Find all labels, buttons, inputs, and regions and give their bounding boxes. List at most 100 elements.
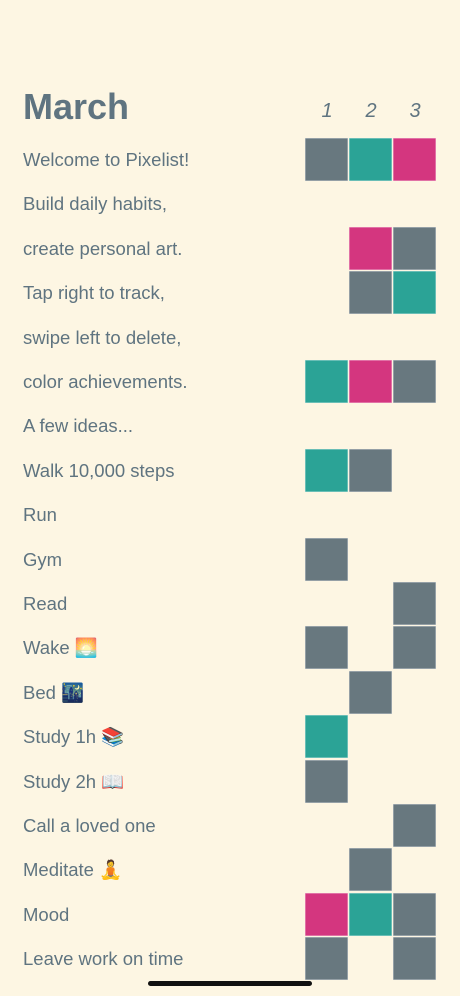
- day-cell-3[interactable]: [393, 316, 436, 359]
- day-cell-1[interactable]: [305, 937, 348, 981]
- habit-row[interactable]: Bed 🌃: [0, 670, 460, 715]
- day-cell-1[interactable]: [305, 271, 348, 314]
- day-cell-2[interactable]: [349, 182, 392, 225]
- habit-row[interactable]: Read: [0, 582, 460, 626]
- habit-row[interactable]: Run: [0, 493, 460, 537]
- day-cell-3[interactable]: [393, 493, 436, 536]
- day-cell-2[interactable]: [349, 316, 392, 359]
- day-cell-2[interactable]: [349, 937, 392, 980]
- day-cell-1[interactable]: [305, 582, 348, 625]
- habit-row[interactable]: Meditate 🧘: [0, 848, 460, 892]
- day-cell-2[interactable]: [349, 448, 392, 492]
- day-cell-2[interactable]: [349, 404, 392, 447]
- habit-label: Call a loved one: [23, 815, 156, 836]
- habit-label: Welcome to Pixelist!: [23, 149, 190, 170]
- day-cell-2[interactable]: [349, 360, 392, 403]
- day-cell-3[interactable]: [393, 626, 436, 670]
- habit-row[interactable]: create personal art.: [0, 226, 460, 271]
- day-cell-1[interactable]: [305, 182, 348, 225]
- habit-label: Walk 10,000 steps: [23, 459, 175, 481]
- habit-row[interactable]: Mood: [0, 892, 460, 937]
- day-cell-1[interactable]: [305, 404, 348, 447]
- habit-row[interactable]: Study 2h 📖: [0, 759, 460, 804]
- day-cell-1[interactable]: [305, 537, 348, 581]
- day-cell-1[interactable]: [305, 448, 348, 492]
- habit-row[interactable]: Call a loved one: [0, 804, 460, 848]
- day-cell-1[interactable]: [305, 715, 348, 759]
- habit-label: Meditate 🧘: [23, 859, 123, 881]
- day-cell-1[interactable]: [305, 227, 348, 270]
- habit-label: create personal art.: [23, 237, 183, 259]
- habit-label: Wake 🌅: [23, 637, 98, 659]
- home-indicator: [148, 981, 312, 986]
- day-cell-2[interactable]: [349, 271, 392, 315]
- day-cell-3[interactable]: [393, 226, 436, 270]
- habit-row[interactable]: Wake 🌅: [0, 626, 460, 670]
- habit-row[interactable]: Build daily habits,: [0, 182, 460, 226]
- day-cell-2[interactable]: [349, 493, 392, 536]
- habit-label: Study 1h 📚: [23, 726, 125, 748]
- day-cell-3[interactable]: [393, 538, 436, 581]
- day-cell-3[interactable]: [393, 892, 436, 936]
- day-cell-3[interactable]: [393, 848, 436, 891]
- day-cell-2[interactable]: [349, 715, 392, 758]
- day-cell-1[interactable]: [305, 892, 348, 936]
- day-cell-1[interactable]: [305, 626, 348, 670]
- month-title: March: [23, 86, 130, 127]
- day-cell-2[interactable]: [349, 848, 392, 892]
- day-cell-3[interactable]: [393, 804, 436, 847]
- habit-label: Study 2h 📖: [23, 770, 125, 792]
- habit-label: swipe left to delete,: [23, 326, 182, 348]
- day-cell-3[interactable]: [393, 271, 436, 315]
- habit-row[interactable]: Walk 10,000 steps: [0, 448, 460, 493]
- day-cell-1[interactable]: [305, 316, 348, 359]
- day-cell-2[interactable]: [349, 804, 392, 847]
- habit-row[interactable]: Welcome to Pixelist!: [0, 138, 460, 182]
- habit-label: Build daily habits,: [23, 193, 167, 215]
- day-cell-3[interactable]: [393, 760, 436, 803]
- day-cell-1[interactable]: [305, 493, 348, 536]
- habit-label: Tap right to track,: [23, 282, 165, 304]
- day-cell-3[interactable]: [393, 404, 436, 447]
- habit-label: Run: [23, 504, 57, 526]
- day-cell-2[interactable]: [349, 892, 392, 936]
- day-cell-3[interactable]: [393, 449, 436, 492]
- habit-row[interactable]: color achievements.: [0, 360, 460, 404]
- habit-label: Leave work on time: [23, 948, 184, 970]
- day-cell-2[interactable]: [349, 538, 392, 581]
- habit-row[interactable]: Study 1h 📚: [0, 715, 460, 759]
- day-cell-2[interactable]: [349, 138, 392, 181]
- day-cell-3[interactable]: [393, 182, 436, 225]
- day-cell-3[interactable]: [393, 360, 436, 403]
- day-cell-2[interactable]: [349, 670, 392, 714]
- day-header-1: 1: [321, 100, 333, 122]
- habit-label: Gym: [23, 548, 63, 570]
- day-cell-3[interactable]: [393, 582, 436, 625]
- day-cell-2[interactable]: [349, 626, 392, 669]
- day-cell-1[interactable]: [305, 759, 348, 803]
- day-cell-2[interactable]: [349, 582, 392, 625]
- day-cell-3[interactable]: [393, 937, 436, 981]
- day-cell-3[interactable]: [393, 138, 436, 181]
- habit-row[interactable]: swipe left to delete,: [0, 316, 460, 360]
- day-cell-1[interactable]: [305, 671, 348, 714]
- day-cell-3[interactable]: [393, 671, 436, 714]
- day-cell-1[interactable]: [305, 360, 348, 403]
- habit-row[interactable]: Tap right to track,: [0, 271, 460, 315]
- habit-label: color achievements.: [23, 371, 188, 392]
- habit-row[interactable]: Leave work on time: [0, 937, 460, 981]
- day-header-2: 2: [365, 100, 377, 122]
- day-cell-3[interactable]: [393, 715, 436, 758]
- habit-label: A few ideas...: [23, 415, 134, 437]
- day-cell-2[interactable]: [349, 226, 392, 270]
- day-cell-1[interactable]: [305, 848, 348, 891]
- habit-label: Read: [23, 593, 68, 614]
- day-cell-1[interactable]: [305, 138, 348, 181]
- habit-label: Mood: [23, 903, 70, 925]
- day-cell-1[interactable]: [305, 804, 348, 847]
- habit-row[interactable]: Gym: [0, 537, 460, 582]
- day-header-3: 3: [409, 100, 421, 122]
- day-cell-2[interactable]: [349, 760, 392, 803]
- habit-label: Bed 🌃: [23, 681, 85, 703]
- habit-row[interactable]: A few ideas...: [0, 404, 460, 448]
